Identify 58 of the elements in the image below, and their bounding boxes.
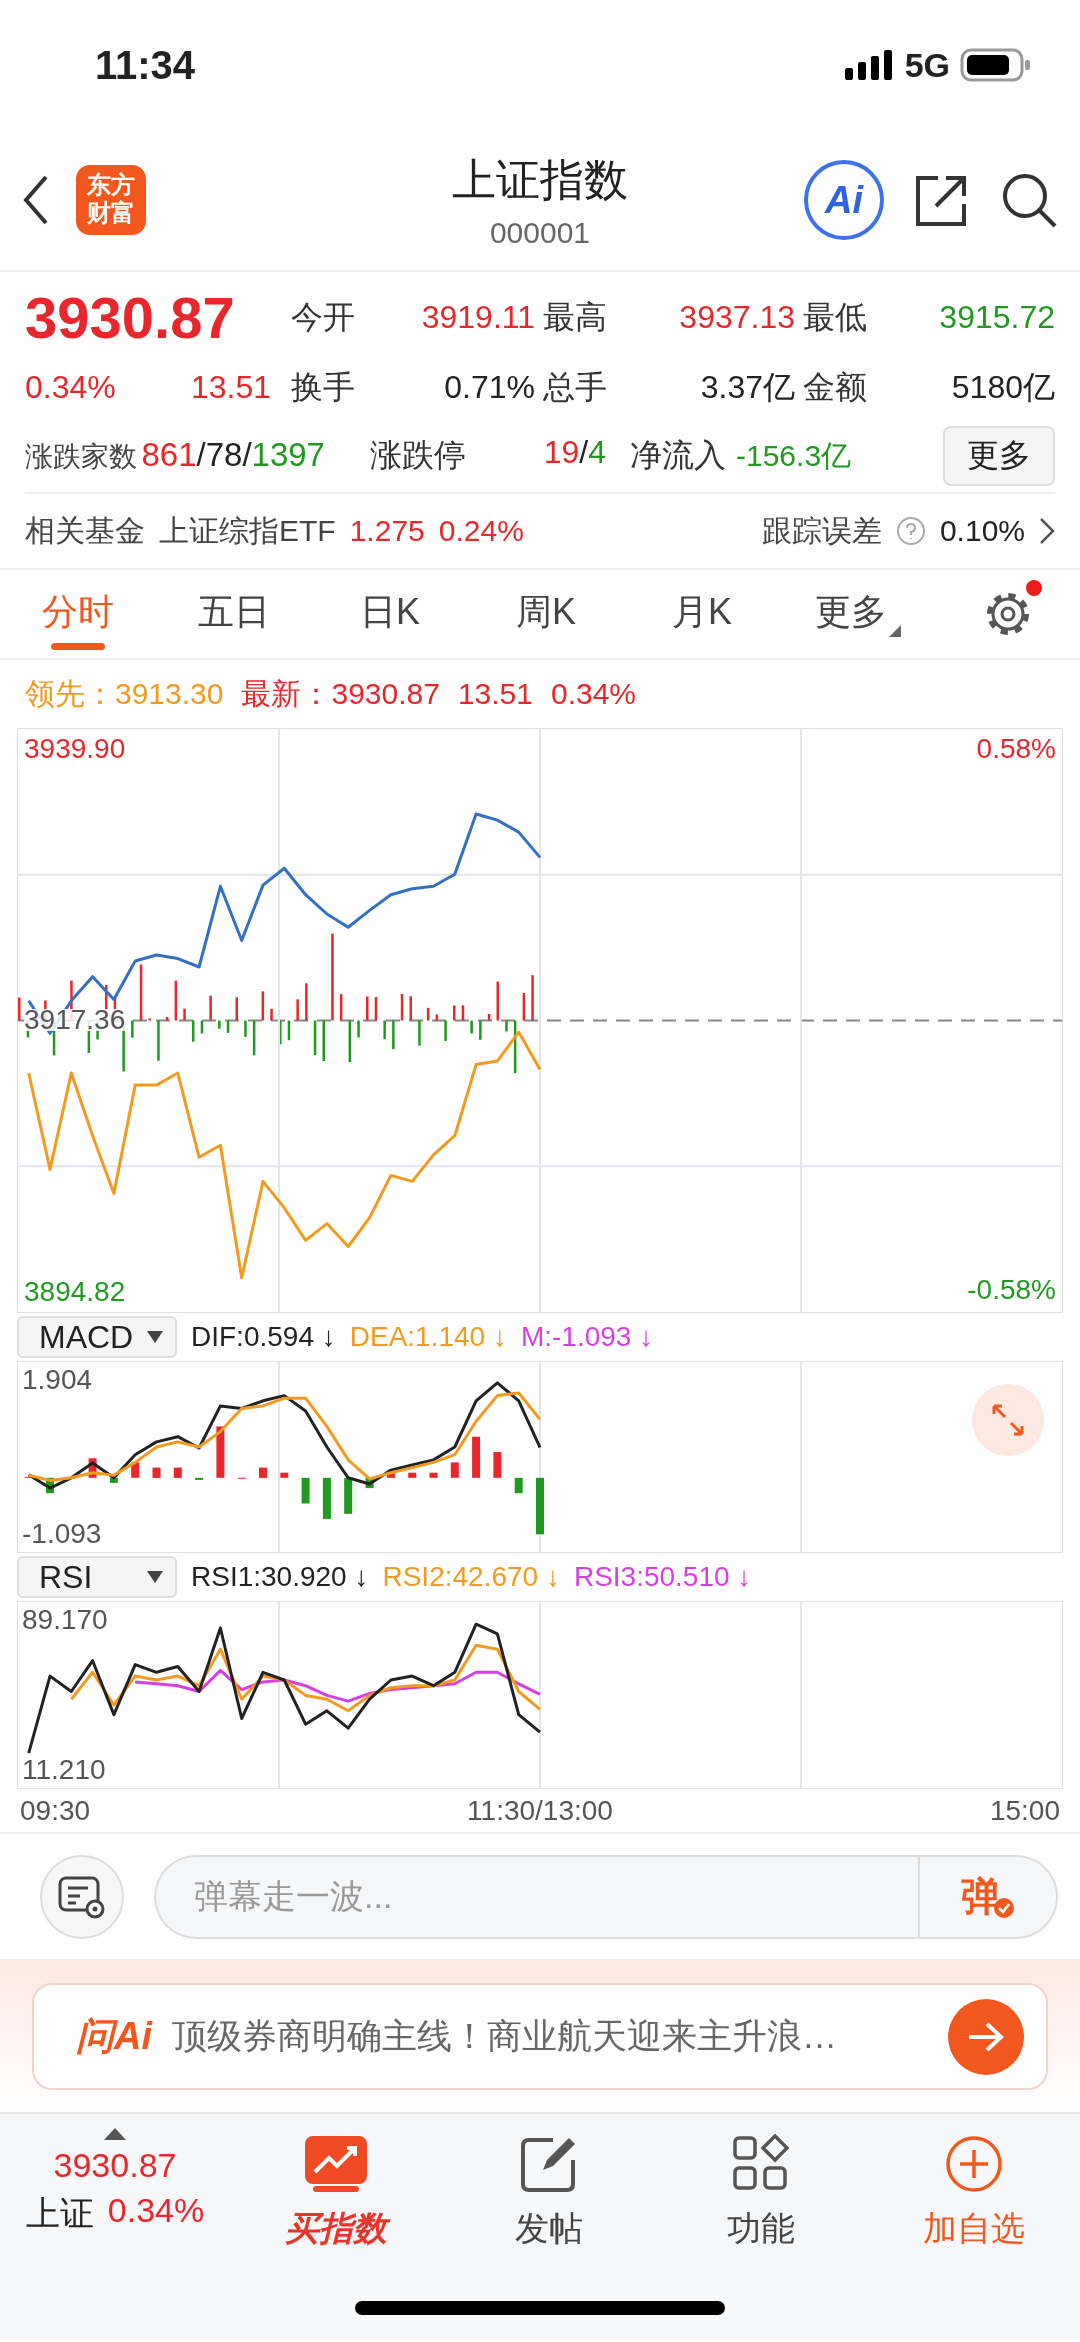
stat-label: 最低 — [802, 297, 868, 337]
tracking-value: 0.10% — [939, 514, 1025, 548]
time-label: 15:00 — [989, 1794, 1060, 1827]
stat-value: 3937.13 — [678, 299, 795, 336]
fund-label: 相关基金 — [25, 512, 145, 549]
breadth-count: 861/78/1397 — [141, 436, 325, 473]
stat-label: 最高 — [542, 297, 608, 337]
indicator-readout: M:-1.093 ↓ — [520, 1321, 654, 1353]
axis-label: 3894.82 — [24, 1276, 126, 1308]
tracking-label: 跟踪误差 — [761, 512, 882, 549]
stat-label: 今开 — [290, 297, 356, 337]
stat-value: 3915.72 — [938, 299, 1055, 336]
axis-label: 3917.36 — [24, 1009, 126, 1031]
indicator-readout: RSI3:50.510 ↓ — [573, 1561, 752, 1593]
change-percent: 0.34% — [25, 369, 116, 406]
inflow-value: -156.3亿 — [736, 437, 852, 474]
axis-label: -0.58% — [967, 1274, 1056, 1306]
axis-label: 1.904 — [22, 1364, 93, 1396]
axis-label: -1.093 — [22, 1518, 102, 1550]
stat-label: 金额 — [802, 367, 868, 407]
limit-count: 19/4 — [543, 434, 606, 472]
network-label: 5G — [904, 45, 950, 85]
stat-value: 3.37亿 — [699, 367, 795, 407]
stat-value: 5180亿 — [950, 367, 1055, 407]
stat-value: 3919.11 — [420, 299, 535, 336]
index-change: 0.34% — [107, 2191, 205, 2231]
time-label: 09:30 — [20, 1794, 92, 1827]
stat-value: 0.71% — [443, 369, 535, 406]
current-price: 3930.87 — [25, 284, 236, 351]
axis-label: 11.210 — [22, 1754, 106, 1786]
stock-code: 000001 — [489, 215, 591, 250]
axis-label: 3939.90 — [24, 733, 126, 765]
app-logo: 东方财富 — [76, 165, 146, 235]
legend-text: 13.51 — [457, 677, 533, 711]
inflow-label: 净流入 — [630, 436, 726, 475]
stat-label: 换手 — [290, 367, 356, 407]
fund-price: 1.275 — [349, 514, 425, 548]
legend-text: 0.34% — [551, 677, 637, 711]
index-price: 3930.87 — [53, 2146, 177, 2185]
stat-label: 总手 — [542, 367, 608, 407]
change-amount: 13.51 — [190, 369, 271, 406]
ai-logo: 问Ai — [76, 2014, 152, 2059]
page-title: 上证指数 — [452, 153, 628, 206]
time-label: 11:30/13:00 — [467, 1794, 613, 1827]
indicator-readout: RSI1:30.920 ↓ — [191, 1561, 369, 1593]
index-name: 上证 — [25, 2193, 94, 2234]
indicator-readout: DIF:0.594 ↓ — [191, 1321, 336, 1353]
legend-text: 最新：3930.87 — [241, 675, 440, 712]
fund-change: 0.24% — [438, 514, 524, 548]
legend-text: 领先：3913.30 — [25, 675, 224, 712]
indicator-readout: DEA:1.140 ↓ — [349, 1321, 507, 1353]
axis-label: 0.58% — [976, 733, 1056, 765]
clock-time: 11:34 — [95, 42, 196, 88]
prompt-text: 顶级券商明确主线！商业航天迎来主升浪… — [172, 2015, 838, 2057]
indicator-readout: RSI2:42.670 ↓ — [382, 1561, 560, 1593]
limit-label: 涨跌停 — [370, 436, 466, 475]
breadth-label: 涨跌家数 — [25, 441, 137, 472]
axis-label: 89.170 — [22, 1604, 108, 1636]
